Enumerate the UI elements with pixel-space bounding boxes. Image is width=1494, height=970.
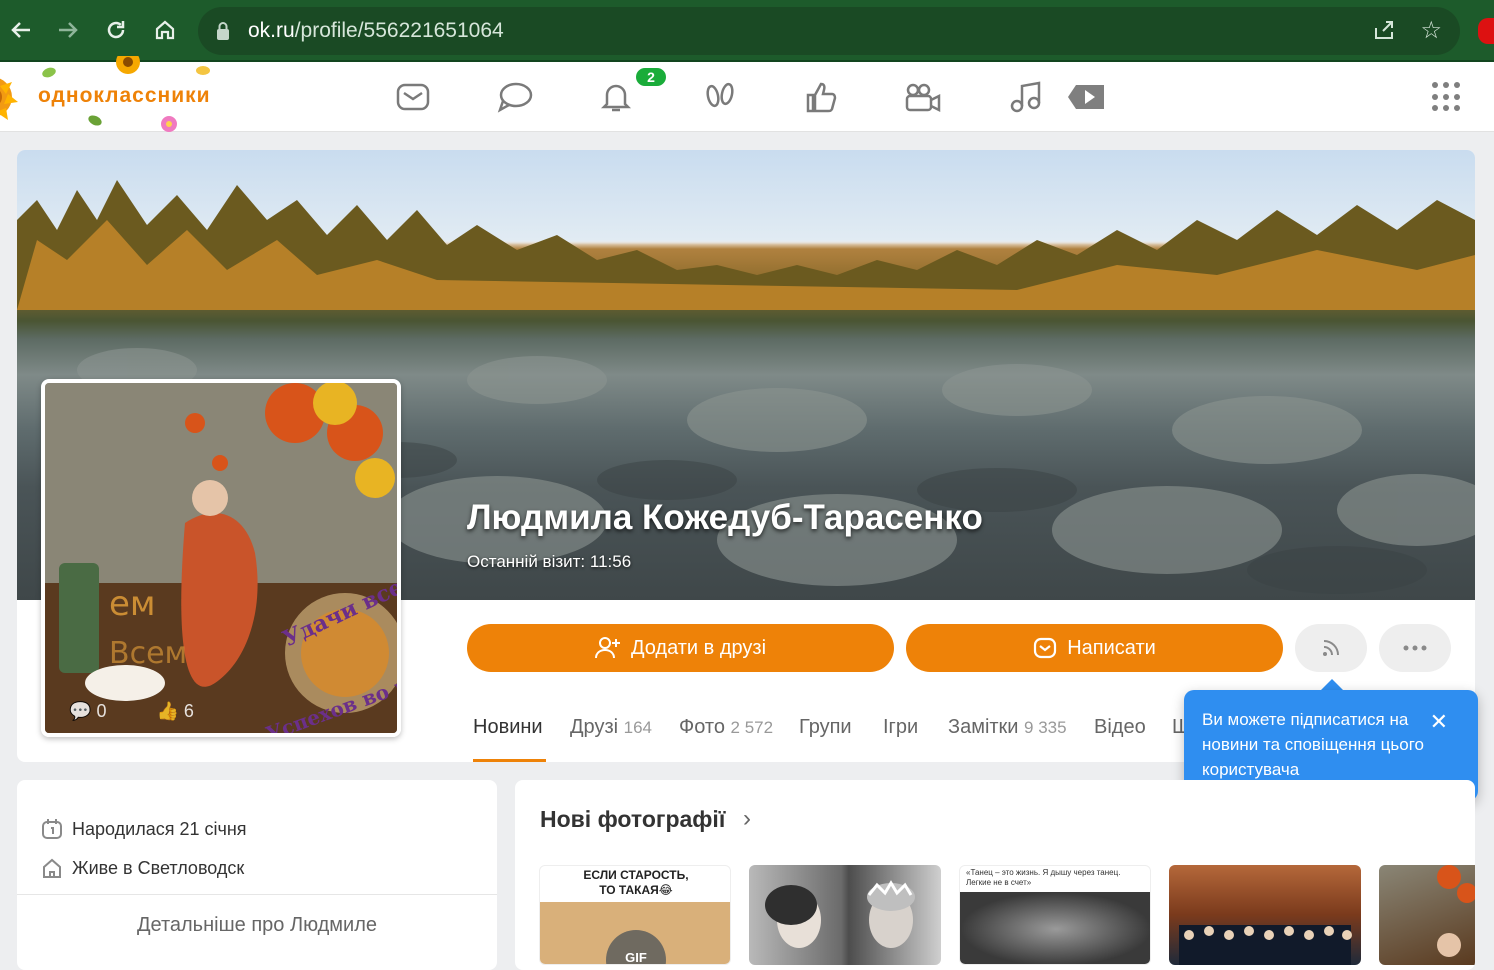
mail-icon[interactable] bbox=[393, 77, 433, 117]
thumbnail-image bbox=[1179, 925, 1352, 965]
avatar[interactable]: Удачи всегда Успехов во всем ем Всем 💬 0… bbox=[41, 379, 401, 737]
more-dots-icon[interactable] bbox=[1379, 624, 1451, 672]
flower-decoration bbox=[116, 56, 140, 74]
lock-icon bbox=[217, 22, 229, 40]
thumbnail-caption: «Танец – это жизнь. Я дышу через танец. … bbox=[966, 868, 1121, 887]
subscribe-button[interactable] bbox=[1295, 624, 1367, 672]
location-row: Живе в Светловодск bbox=[41, 857, 244, 879]
svg-text:ем: ем bbox=[109, 584, 156, 624]
photo-thumbnail[interactable] bbox=[1169, 865, 1361, 965]
section-title[interactable]: Нові фотографії bbox=[540, 806, 725, 833]
add-friend-icon bbox=[594, 637, 620, 659]
thumbnail-image bbox=[1437, 865, 1475, 957]
close-icon[interactable]: ✕ bbox=[1430, 709, 1448, 734]
photo-thumbnail[interactable] bbox=[749, 865, 941, 965]
thumbnail-image bbox=[765, 880, 915, 948]
apps-grid-icon[interactable] bbox=[1432, 82, 1462, 112]
bookmark-star-icon[interactable]: ☆ bbox=[1420, 16, 1442, 45]
likes-icon[interactable] bbox=[802, 77, 842, 117]
comment-icon: 💬 bbox=[69, 701, 92, 721]
avatar-image: Удачи всегда Успехов во всем ем Всем bbox=[45, 383, 397, 733]
last-visit: Останній візит: 11:56 bbox=[467, 552, 632, 571]
mail-icon bbox=[1034, 637, 1057, 659]
tab-notes[interactable]: Замітки 9 335 bbox=[948, 716, 1067, 739]
play-icon[interactable] bbox=[1066, 77, 1106, 117]
like-icon: 👍 bbox=[156, 701, 179, 721]
tab-photos[interactable]: Фото 2 572 bbox=[679, 716, 773, 739]
video-icon[interactable] bbox=[903, 77, 943, 117]
avatar-stats: 💬 0 👍 6 bbox=[69, 701, 194, 721]
music-icon[interactable] bbox=[1005, 77, 1045, 117]
leaf-decoration bbox=[196, 66, 210, 75]
photo-thumbnail[interactable]: ЕСЛИ СТАРОСТЬ, ТО ТАКАЯ😂 GIF bbox=[539, 865, 731, 965]
address-bar[interactable]: ok.ru/profile/556221651064 ☆ bbox=[198, 7, 1460, 55]
more-about-link[interactable]: Детальніше про Людмиле bbox=[17, 914, 497, 937]
new-photos-card: Нові фотографії › ЕСЛИ СТАРОСТЬ, ТО ТАКА… bbox=[515, 780, 1475, 970]
active-tab-indicator bbox=[473, 759, 546, 762]
chevron-right-icon[interactable]: › bbox=[743, 805, 751, 833]
home-icon[interactable] bbox=[147, 12, 183, 48]
forward-arrow-icon[interactable] bbox=[50, 12, 86, 48]
url-text: ok.ru/profile/556221651064 bbox=[248, 19, 504, 42]
rss-icon bbox=[1323, 640, 1339, 656]
tab-video[interactable]: Відео bbox=[1094, 716, 1146, 739]
thumbnail-caption: ЕСЛИ СТАРОСТЬ, ТО ТАКАЯ😂 bbox=[583, 868, 689, 897]
write-message-button[interactable]: Написати bbox=[906, 624, 1283, 672]
flower-decoration bbox=[161, 116, 177, 132]
photo-thumbnail[interactable] bbox=[1379, 865, 1475, 965]
calendar-icon bbox=[42, 819, 62, 839]
birthday-row: Народилася 21 січня bbox=[41, 818, 247, 840]
tab-news[interactable]: Новини bbox=[473, 716, 543, 739]
sunflower-logo-decoration bbox=[0, 78, 18, 120]
profile-name: Людмила Кожедуб-Тарасенко bbox=[467, 498, 983, 537]
extension-icon[interactable] bbox=[1478, 18, 1494, 44]
add-friend-button[interactable]: Додати в друзі bbox=[467, 624, 894, 672]
browser-toolbar: ok.ru/profile/556221651064 ☆ bbox=[0, 0, 1494, 62]
tab-friends[interactable]: Друзі 164 bbox=[570, 716, 652, 739]
photo-thumbnail[interactable]: «Танец – это жизнь. Я дышу через танец. … bbox=[959, 865, 1151, 965]
back-arrow-icon[interactable] bbox=[3, 12, 39, 48]
leaf-decoration bbox=[86, 113, 104, 128]
profile-card: Людмила Кожедуб-Тарасенко Останній візит… bbox=[17, 150, 1475, 762]
site-header: одноклассники 2 bbox=[0, 56, 1494, 132]
discussions-icon[interactable] bbox=[495, 77, 535, 117]
notifications-badge: 2 bbox=[634, 66, 668, 88]
reload-icon[interactable] bbox=[98, 12, 134, 48]
guests-icon[interactable] bbox=[700, 77, 740, 117]
leaf-decoration bbox=[40, 65, 58, 80]
divider bbox=[17, 894, 497, 895]
site-logo[interactable]: одноклассники bbox=[38, 84, 211, 108]
tab-groups[interactable]: Групи bbox=[799, 716, 852, 739]
share-icon[interactable] bbox=[1372, 18, 1398, 44]
notifications-icon[interactable] bbox=[596, 77, 636, 117]
thumbnail-image bbox=[960, 892, 1150, 964]
svg-text:Всем: Всем bbox=[109, 636, 187, 671]
tab-games[interactable]: Ігри bbox=[883, 716, 918, 739]
about-card: Народилася 21 січня Живе в Светловодск Д… bbox=[17, 780, 497, 970]
home-icon bbox=[43, 858, 61, 878]
